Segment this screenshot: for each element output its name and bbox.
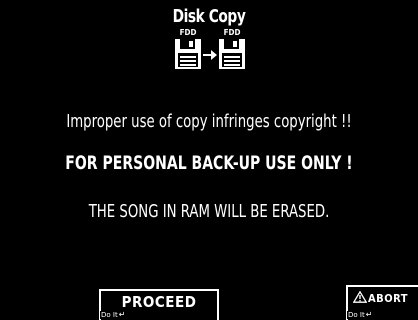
destination-disk: FDD	[218, 28, 246, 70]
floppy-disk-icon	[175, 39, 201, 69]
arrow-right-icon	[203, 50, 217, 60]
disk-copy-graphic: FDD FDD	[172, 28, 252, 78]
disk-copy-screen: Disk Copy FDD FDD Improper use of copy i…	[0, 0, 418, 320]
page-title: Disk Copy	[172, 6, 246, 27]
destination-disk-label: FDD	[223, 28, 241, 37]
abort-button-label: ABORT	[368, 292, 408, 305]
source-disk-label: FDD	[179, 28, 197, 37]
proceed-button-label: PROCEED	[121, 293, 197, 311]
copyright-warning: Improper use of copy infringes copyright…	[66, 111, 352, 132]
abort-button[interactable]: ABORT Do It ↵	[346, 285, 418, 320]
source-disk: FDD	[174, 28, 202, 70]
personal-use-notice: FOR PERSONAL BACK-UP USE ONLY !	[65, 152, 353, 174]
ram-erase-warning: THE SONG IN RAM WILL BE ERASED.	[88, 201, 330, 222]
proceed-button[interactable]: PROCEED Do It ↵	[99, 289, 219, 320]
floppy-disk-icon	[219, 39, 245, 69]
